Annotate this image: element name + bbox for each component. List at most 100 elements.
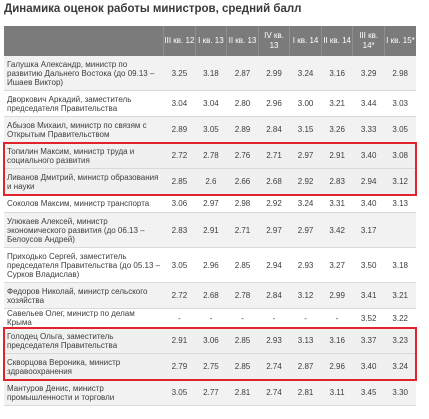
- table-row: Федоров Николай, министр сельского хозяй…: [4, 282, 416, 309]
- score-cell: 3.04: [195, 90, 227, 117]
- score-cell: 2.85: [163, 168, 196, 195]
- score-cell: 3.40: [352, 353, 385, 380]
- minister-name-cell: Дворкович Аркадий, заместитель председат…: [4, 90, 164, 117]
- score-cell: 3.03: [384, 90, 416, 117]
- score-cell: 2.80: [226, 90, 259, 117]
- score-cell: 2.72: [163, 142, 196, 169]
- score-cell: 3.13: [384, 194, 416, 213]
- score-cell: 2.98: [384, 56, 416, 91]
- minister-name-cell: Топилин Максим, министр труда и социальн…: [4, 142, 164, 169]
- score-cell: 2.93: [289, 247, 322, 283]
- score-cell: 3.26: [321, 116, 353, 143]
- score-cell: 2.87: [289, 353, 322, 380]
- column-header: II кв. 13: [226, 26, 259, 56]
- score-cell: 3.24: [289, 194, 322, 213]
- score-cell: 3.40: [352, 142, 385, 169]
- score-cell: 3.25: [163, 56, 196, 91]
- score-cell: 3.21: [384, 282, 416, 309]
- score-cell: 2.85: [226, 327, 259, 354]
- score-cell: 3.15: [289, 116, 322, 143]
- score-cell: 2.91: [195, 212, 227, 248]
- score-cell: 3.18: [195, 56, 227, 91]
- score-cell: 2.6: [195, 168, 227, 195]
- score-cell: 3.16: [321, 56, 353, 91]
- score-cell: 2.96: [321, 353, 353, 380]
- score-cell: -: [195, 308, 227, 328]
- minister-name-cell: Абызов Михаил, министр по связям с Откры…: [4, 116, 164, 143]
- score-cell: 2.83: [163, 212, 196, 248]
- column-header: I кв. 13: [194, 26, 227, 56]
- score-cell: [384, 212, 416, 248]
- score-cell: 3.52: [352, 308, 385, 328]
- table-row: Приходько Сергей, заместитель председате…: [4, 247, 416, 283]
- table-body: Галушка Александр, министр по развитию Д…: [4, 56, 416, 406]
- score-cell: 2.94: [352, 168, 385, 195]
- score-cell: 2.93: [258, 327, 290, 354]
- score-cell: 2.81: [226, 379, 259, 406]
- score-cell: 3.04: [163, 90, 196, 117]
- score-cell: 2.76: [226, 142, 259, 169]
- score-cell: 3.17: [352, 212, 385, 248]
- score-cell: 3.05: [195, 116, 227, 143]
- score-cell: 2.99: [258, 56, 290, 91]
- score-cell: 2.92: [258, 194, 290, 213]
- minister-name-cell: Федоров Николай, министр сельского хозяй…: [4, 282, 164, 309]
- score-cell: 2.68: [258, 168, 290, 195]
- score-cell: 3.06: [163, 194, 196, 213]
- minister-name-cell: Ливанов Дмитрий, министр образования и н…: [4, 168, 164, 195]
- score-cell: 3.05: [384, 116, 416, 143]
- score-cell: 3.08: [384, 142, 416, 169]
- score-cell: 2.89: [163, 116, 196, 143]
- column-header: III кв. 14*: [352, 26, 385, 56]
- minister-name-cell: Галушка Александр, министр по развитию Д…: [4, 56, 164, 91]
- score-cell: 2.85: [226, 353, 259, 380]
- table-row: Соколов Максим, министр транспорта 3.06 2.…: [4, 194, 416, 213]
- score-cell: 2.78: [226, 282, 259, 309]
- column-header: I кв. 14: [289, 26, 322, 56]
- score-cell: 2.87: [226, 56, 259, 91]
- score-cell: 3.27: [321, 247, 353, 283]
- score-cell: 3.21: [321, 90, 353, 117]
- minister-name-cell: Скворцова Вероника, министр здравоохране…: [4, 353, 164, 380]
- score-cell: 2.74: [258, 379, 290, 406]
- score-cell: 2.97: [289, 142, 322, 169]
- minister-name-cell: Приходько Сергей, заместитель председате…: [4, 247, 164, 283]
- score-cell: 3.40: [352, 194, 385, 213]
- table-row: Мантуров Денис, министр промышленности и…: [4, 379, 416, 406]
- score-cell: 2.97: [289, 212, 322, 248]
- score-cell: 2.96: [195, 247, 227, 283]
- score-cell: 2.68: [195, 282, 227, 309]
- score-cell: 2.91: [321, 142, 353, 169]
- table-row: Улюкаев Алексей, министр экономического …: [4, 212, 416, 248]
- score-cell: 3.12: [384, 168, 416, 195]
- score-cell: 2.71: [258, 142, 290, 169]
- score-cell: 3.00: [289, 90, 322, 117]
- score-cell: 2.94: [258, 247, 290, 283]
- score-cell: 2.89: [226, 116, 259, 143]
- score-cell: 3.12: [289, 282, 322, 309]
- score-cell: 2.75: [195, 353, 227, 380]
- table-row: Савельев Олег, министр по делам Крыма - - -…: [4, 308, 416, 328]
- minister-name-cell: Савельев Олег, министр по делам Крыма: [4, 308, 164, 328]
- score-cell: 3.29: [352, 56, 385, 91]
- score-cell: 3.30: [384, 379, 416, 406]
- column-header: I кв. 15*: [383, 26, 416, 56]
- table-header-row: III кв. 12 I кв. 13 II кв. 13 IV кв. 13 …: [4, 26, 416, 56]
- minister-name-cell: Мантуров Денис, министр промышленности и…: [4, 379, 164, 406]
- table-row: Скворцова Вероника, министр здравоохране…: [4, 353, 416, 380]
- score-cell: 3.18: [384, 247, 416, 283]
- score-cell: 2.92: [289, 168, 322, 195]
- table-row: Топилин Максим, министр труда и социальн…: [4, 142, 416, 169]
- score-cell: 3.06: [195, 327, 227, 354]
- score-cell: 2.71: [226, 212, 259, 248]
- score-cell: 3.41: [352, 282, 385, 309]
- score-cell: 3.24: [289, 56, 322, 91]
- score-cell: 2.79: [163, 353, 196, 380]
- score-cell: 2.84: [258, 116, 290, 143]
- score-cell: 3.31: [321, 194, 353, 213]
- score-cell: 3.24: [384, 353, 416, 380]
- score-cell: -: [226, 308, 259, 328]
- score-cell: 2.97: [258, 212, 290, 248]
- score-cell: 2.84: [258, 282, 290, 309]
- minister-name-cell: Соколов Максим, министр транспорта: [4, 194, 164, 213]
